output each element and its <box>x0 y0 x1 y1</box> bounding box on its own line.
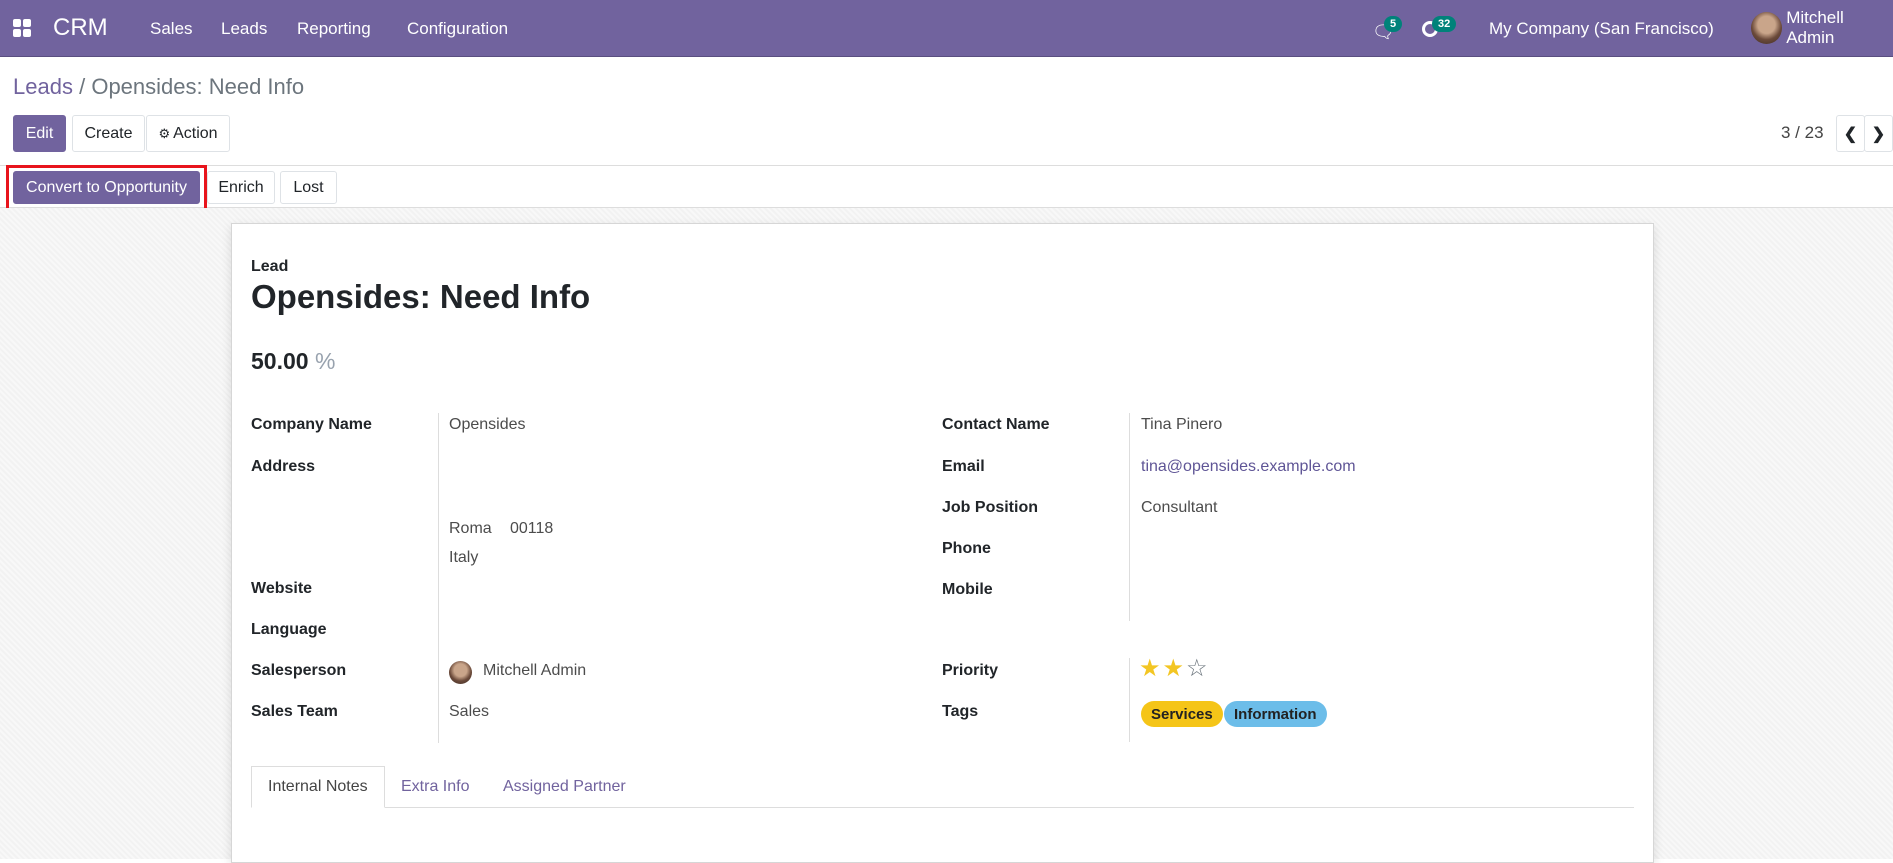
city-value[interactable]: Roma <box>449 520 492 538</box>
breadcrumb-separator: / <box>79 74 86 99</box>
mobile-label: Mobile <box>942 581 993 598</box>
breadcrumb-current: Opensides: Need Info <box>91 74 305 99</box>
star-empty-icon[interactable]: ☆ <box>1186 655 1210 682</box>
sales-team-value[interactable]: Sales <box>449 703 489 721</box>
edit-button[interactable]: Edit <box>13 115 66 152</box>
salesperson-label: Salesperson <box>251 662 347 679</box>
breadcrumb: Leads / Opensides: Need Info <box>13 74 304 100</box>
probability-value[interactable]: 50.00 <box>251 348 309 374</box>
website-label: Website <box>251 580 313 597</box>
contact-value[interactable]: Tina Pinero <box>1141 416 1222 434</box>
messages-badge: 5 <box>1384 16 1403 32</box>
breadcrumb-leads[interactable]: Leads <box>13 74 73 99</box>
action-button[interactable]: ⚙ Action <box>146 115 230 152</box>
salesperson-value[interactable]: Mitchell Admin <box>483 662 586 680</box>
contact-label: Contact Name <box>942 416 1050 433</box>
probability-unit: % <box>314 348 336 374</box>
record-title: Opensides: Need Info <box>251 278 591 315</box>
avatar <box>1751 12 1783 44</box>
enrich-button[interactable]: Enrich <box>207 171 275 204</box>
app-name[interactable]: CRM <box>53 14 108 42</box>
user-menu[interactable]: Mitchell Admin <box>1751 8 1893 47</box>
job-position-value[interactable]: Consultant <box>1141 499 1218 517</box>
pager-value: 3 / 23 <box>1781 123 1824 142</box>
apps-menu-icon[interactable] <box>13 19 31 37</box>
chevron-left-icon: ❮ <box>1843 125 1858 143</box>
menu-configuration[interactable]: Configuration <box>407 19 508 39</box>
company-label: Company Name <box>251 416 372 433</box>
pager-next-button[interactable]: ❯ <box>1864 115 1893 152</box>
company-value[interactable]: Opensides <box>449 416 526 434</box>
tags-label: Tags <box>942 703 979 720</box>
salesperson-avatar <box>449 661 472 684</box>
company-switcher[interactable]: My Company (San Francisco) <box>1489 19 1714 39</box>
star-filled-icon[interactable]: ★ <box>1163 655 1187 682</box>
email-link[interactable]: tina@opensides.example.com <box>1141 458 1356 476</box>
left-separator <box>438 413 439 743</box>
right-separator-top <box>1129 413 1130 621</box>
priority-label: Priority <box>942 662 999 679</box>
address-label: Address <box>251 458 316 475</box>
job-position-label: Job Position <box>942 499 1038 516</box>
priority-stars[interactable]: ★★☆ <box>1139 654 1210 683</box>
email-label: Email <box>942 458 985 475</box>
activities-badge: 32 <box>1432 16 1457 32</box>
tab-extra-info[interactable]: Extra Info <box>385 766 485 808</box>
menu-reporting[interactable]: Reporting <box>297 19 371 39</box>
record-type-label: Lead <box>251 258 289 275</box>
create-button[interactable]: Create <box>72 115 145 152</box>
convert-to-opportunity-button[interactable]: Convert to Opportunity <box>13 171 200 204</box>
activities-button[interactable]: 32 <box>1420 16 1470 42</box>
tab-assigned-partner[interactable]: Assigned Partner <box>487 766 642 808</box>
menu-sales[interactable]: Sales <box>150 19 193 39</box>
lost-button[interactable]: Lost <box>280 171 337 204</box>
language-label: Language <box>251 621 327 638</box>
tag-information[interactable]: Information <box>1224 701 1327 727</box>
phone-label: Phone <box>942 540 991 557</box>
zip-value[interactable]: 00118 <box>510 520 553 538</box>
sales-team-label: Sales Team <box>251 703 338 720</box>
gear-icon: ⚙ <box>158 125 171 141</box>
right-separator-bottom <box>1129 658 1130 742</box>
user-name: Mitchell Admin <box>1786 8 1844 47</box>
probability: 50.00 % <box>251 348 335 375</box>
chevron-right-icon: ❯ <box>1871 125 1886 143</box>
top-navbar: CRM Sales Leads Reporting Configuration … <box>0 0 1893 57</box>
messages-button[interactable]: 🗨 5 <box>1370 16 1410 42</box>
pager-previous-button[interactable]: ❮ <box>1836 115 1865 152</box>
country-value[interactable]: Italy <box>449 549 478 567</box>
tag-services[interactable]: Services <box>1141 701 1223 727</box>
menu-leads[interactable]: Leads <box>221 19 267 39</box>
star-filled-icon[interactable]: ★ <box>1139 655 1163 682</box>
tab-internal-notes[interactable]: Internal Notes <box>251 766 385 808</box>
